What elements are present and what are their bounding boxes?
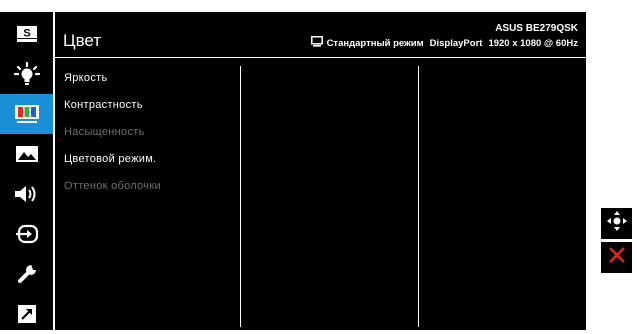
sidebar-item-image[interactable]: [0, 134, 53, 174]
column-divider: [418, 66, 419, 327]
status-bar: Стандартный режим DisplayPort 1920 x 108…: [310, 36, 578, 50]
input-select-icon: [15, 224, 39, 244]
column-divider: [240, 66, 241, 327]
menu-item-contrast[interactable]: Контрастность: [64, 99, 143, 111]
image-icon: [15, 145, 39, 163]
sidebar-divider: [53, 12, 55, 330]
status-input: DisplayPort: [429, 37, 483, 49]
sidebar-item-blue-light[interactable]: [0, 54, 53, 94]
close-icon: [608, 246, 626, 269]
sidebar-item-sound[interactable]: [0, 174, 53, 214]
sidebar-item-input[interactable]: [0, 214, 53, 254]
status-resolution: 1920 x 1080 @ 60Hz: [488, 37, 578, 49]
color-icon: [14, 104, 40, 124]
menu-item-brightness[interactable]: Яркость: [64, 72, 107, 84]
joystick-icon: [606, 210, 628, 237]
sidebar-item-color[interactable]: [0, 94, 53, 134]
menu-item-saturation: Насыщенность: [64, 126, 145, 138]
system-setup-icon: [16, 263, 38, 285]
blue-light-filter-icon: [13, 62, 40, 86]
osd-menu: S Цвет ASUS BE279QSK Стандартный режим D…: [0, 12, 586, 330]
sidebar-item-splendid[interactable]: S: [0, 14, 53, 54]
navigate-button[interactable]: [601, 208, 632, 239]
sound-icon: [14, 184, 40, 204]
model-name: ASUS BE279QSK: [495, 23, 578, 34]
sidebar-item-system[interactable]: [0, 254, 53, 294]
shortcut-icon: [17, 304, 37, 324]
sidebar: S: [0, 12, 53, 330]
svg-text:S: S: [23, 28, 30, 40]
monitor-icon: [310, 36, 323, 50]
page-title: Цвет: [63, 31, 102, 50]
header-divider: [55, 57, 586, 58]
menu-item-skin-tone: Оттенок оболочки: [64, 180, 161, 192]
close-button[interactable]: [601, 242, 632, 273]
menu-item-color-mode[interactable]: Цветовой режим.: [64, 153, 156, 165]
splendid-s-icon: S: [16, 26, 38, 42]
sidebar-item-shortcut[interactable]: [0, 294, 53, 334]
status-mode: Стандартный режим: [326, 37, 424, 49]
